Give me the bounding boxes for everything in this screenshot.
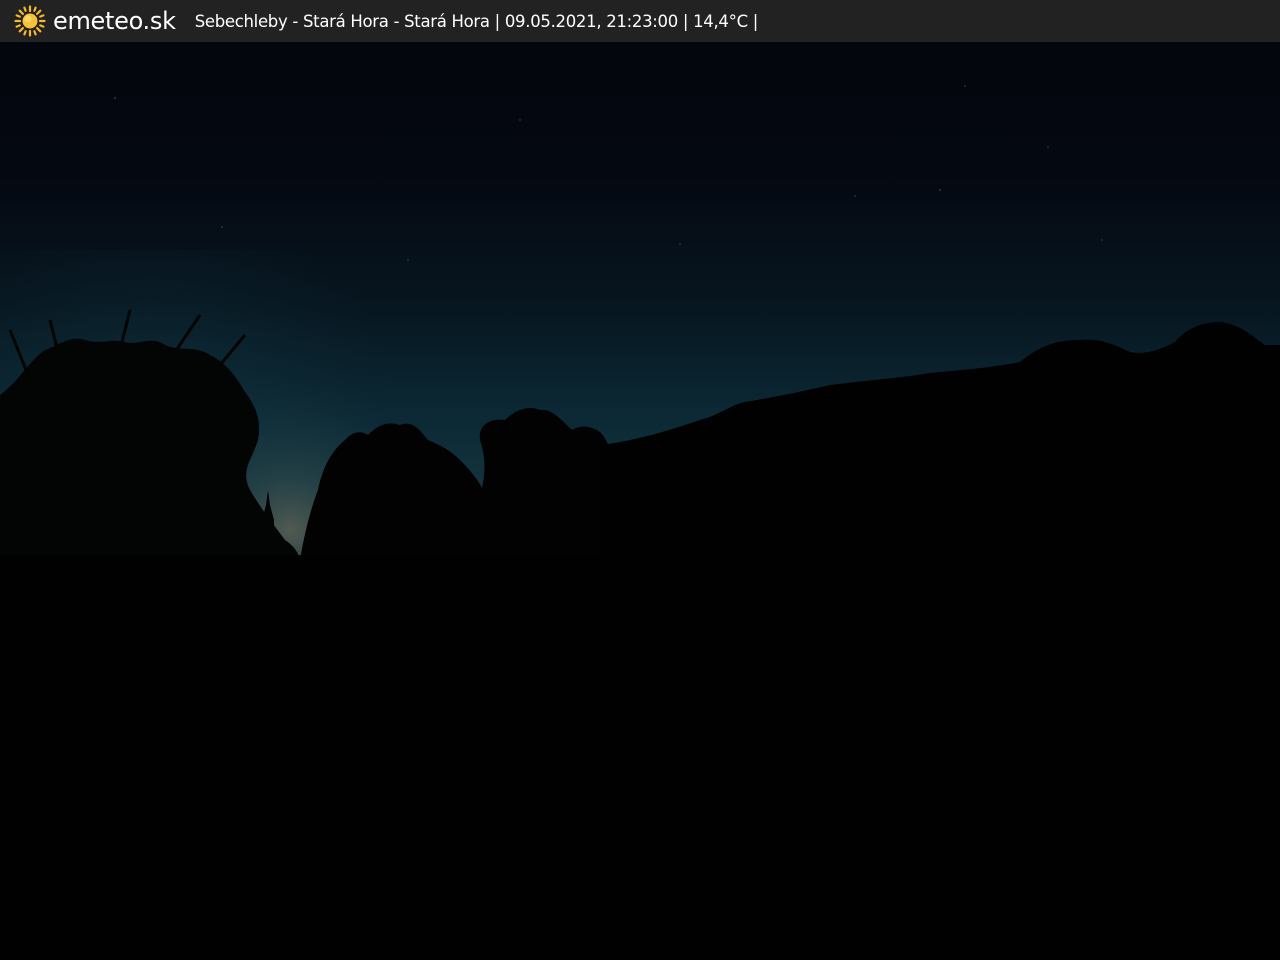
logo[interactable]: emeteo.sk: [14, 5, 176, 37]
info-bar: emeteo.sk Sebechleby - Stará Hora - Star…: [0, 0, 1280, 42]
webcam-caption: Sebechleby - Stará Hora - Stará Hora | 0…: [194, 11, 759, 31]
webcam-image: [0, 0, 1280, 960]
sun-icon: [14, 5, 46, 37]
webcam-frame: emeteo.sk Sebechleby - Stará Hora - Star…: [0, 0, 1280, 960]
ground: [0, 555, 1280, 960]
brand-name[interactable]: emeteo.sk: [53, 7, 176, 35]
